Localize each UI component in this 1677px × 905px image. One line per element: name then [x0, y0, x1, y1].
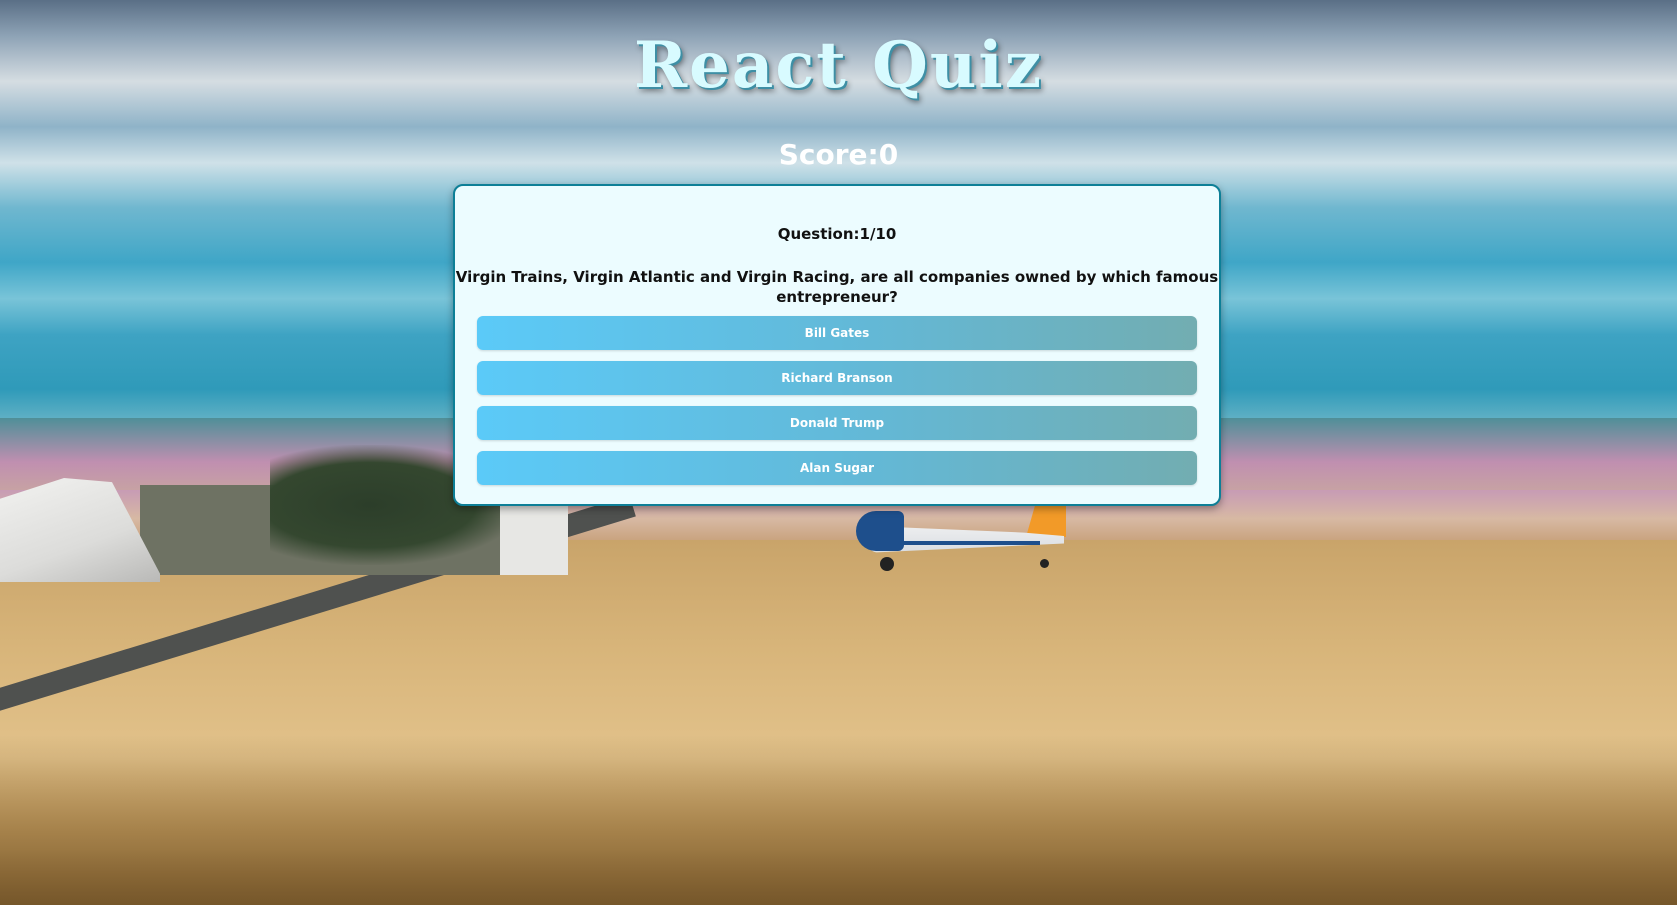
background-brush [0, 735, 1677, 905]
answer-button-richard-branson[interactable]: Richard Branson [477, 361, 1197, 395]
background-airplane [850, 495, 1080, 575]
answer-button-bill-gates[interactable]: Bill Gates [477, 316, 1197, 350]
question-counter: Question:1/10 [777, 225, 897, 243]
score-display: Score:0 [778, 138, 899, 171]
answer-button-alan-sugar[interactable]: Alan Sugar [477, 451, 1197, 485]
background-white-building [500, 505, 568, 575]
answer-button-donald-trump[interactable]: Donald Trump [477, 406, 1197, 440]
question-text: Virgin Trains, Virgin Atlantic and Virgi… [455, 268, 1219, 306]
answer-list: Bill Gates Richard Branson Donald Trump … [477, 316, 1197, 496]
quiz-card: Question:1/10 Virgin Trains, Virgin Atla… [453, 184, 1221, 506]
app-title: React Quiz [633, 28, 1044, 103]
